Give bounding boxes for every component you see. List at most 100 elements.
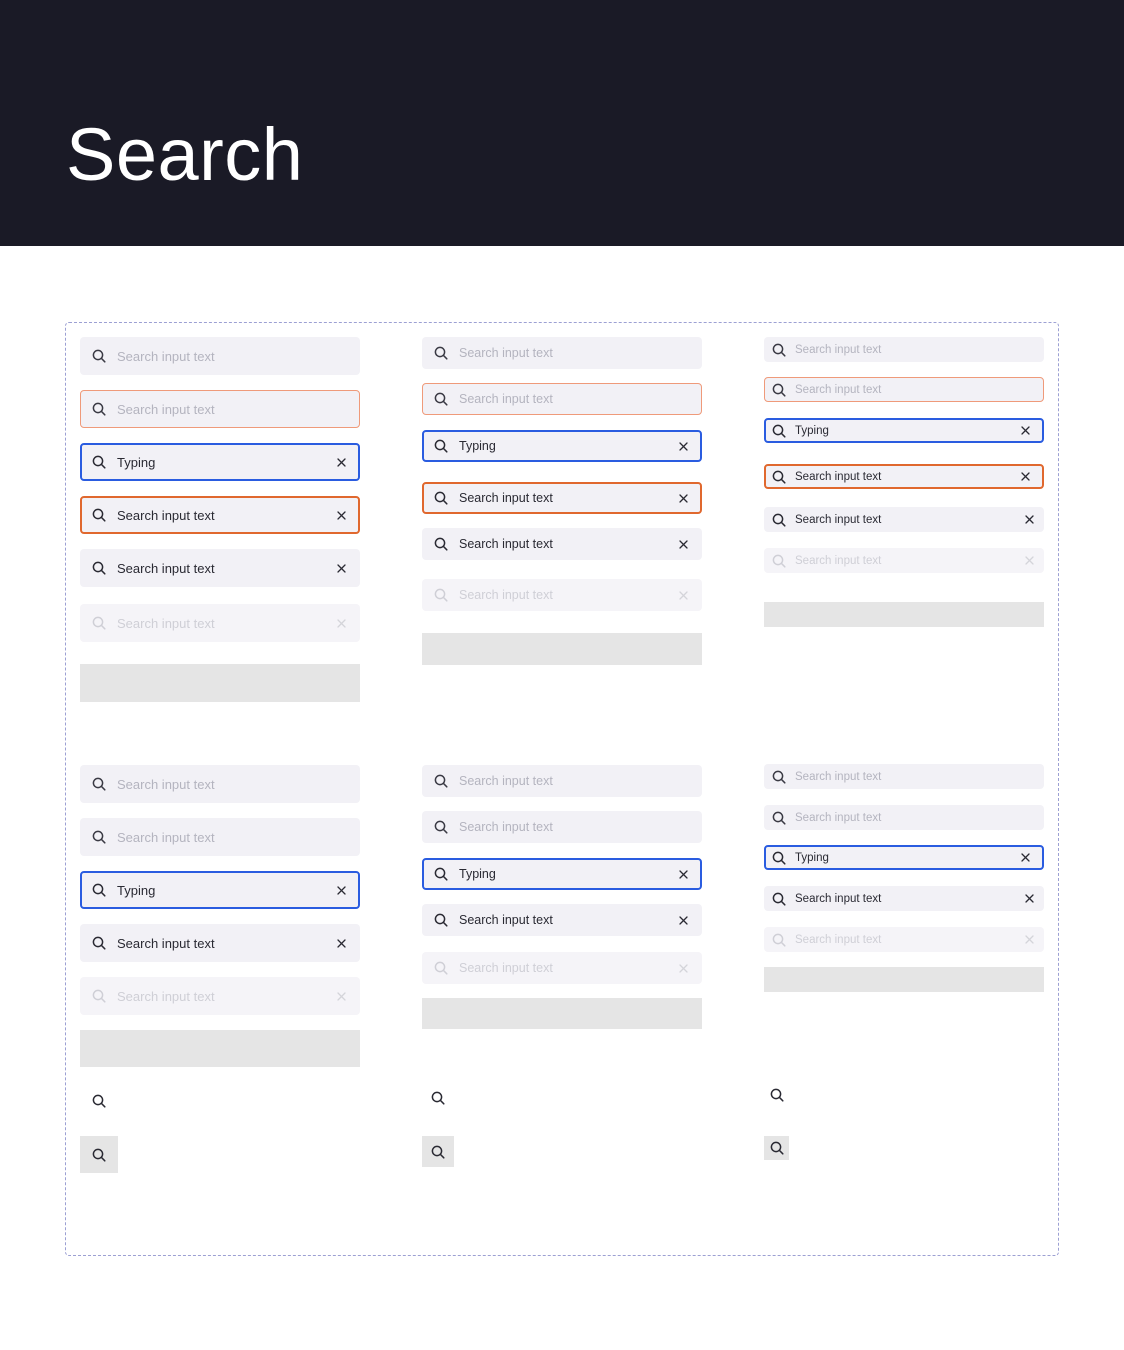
close-icon[interactable] xyxy=(331,880,351,900)
search-input-box[interactable]: Search input text xyxy=(422,482,702,514)
search-input-box[interactable]: Search input text xyxy=(764,927,1044,952)
search-field-focus[interactable]: Typing xyxy=(422,858,702,890)
search-input-text[interactable]: Search input text xyxy=(459,913,673,927)
search-field-default[interactable]: Search input text xyxy=(764,764,1044,789)
search-input-box[interactable]: Search input text xyxy=(764,805,1044,830)
search-input-box[interactable]: Search input text xyxy=(422,337,702,369)
search-input-box[interactable]: Search input text xyxy=(80,496,360,534)
search-input-box[interactable]: Search input text xyxy=(422,904,702,936)
search-input-text[interactable]: Search input text xyxy=(117,561,331,576)
search-input-box[interactable]: Search input text xyxy=(764,548,1044,573)
search-input-box[interactable]: Typing xyxy=(764,418,1044,443)
search-input-text[interactable]: Typing xyxy=(795,425,1015,437)
search-field-filled[interactable]: Search input text xyxy=(764,507,1044,532)
search-input-text[interactable]: Search input text xyxy=(795,893,1019,905)
search-field-error[interactable]: Search input text xyxy=(764,464,1044,489)
search-input-box[interactable]: Search input text xyxy=(422,952,702,984)
search-input-text[interactable]: Search input text xyxy=(459,392,701,406)
search-input-box[interactable]: Search input text xyxy=(764,337,1044,362)
search-input-box[interactable]: Search input text xyxy=(764,507,1044,532)
search-input-box[interactable]: Search input text xyxy=(80,390,360,428)
search-input-box[interactable]: Search input text xyxy=(80,924,360,962)
search-input-text[interactable]: Typing xyxy=(117,455,331,470)
close-icon[interactable] xyxy=(673,534,693,554)
search-input-box[interactable]: Search input text xyxy=(422,528,702,560)
close-icon[interactable] xyxy=(673,436,693,456)
search-input-box[interactable]: Typing xyxy=(80,871,360,909)
search-icon-button-filled[interactable] xyxy=(422,1136,454,1167)
search-field-disabled[interactable]: Search input text xyxy=(80,604,360,642)
search-field-filled[interactable]: Search input text xyxy=(764,886,1044,911)
search-input-text[interactable]: Search input text xyxy=(795,384,1043,396)
search-field-hover[interactable]: Search input text xyxy=(764,377,1044,402)
search-input-text[interactable]: Search input text xyxy=(117,402,359,417)
search-input-text[interactable]: Search input text xyxy=(459,537,673,551)
search-icon-button[interactable] xyxy=(422,1082,454,1114)
close-icon[interactable] xyxy=(1015,421,1035,441)
search-input-box[interactable]: Search input text xyxy=(422,811,702,843)
search-field-filled[interactable]: Search input text xyxy=(80,924,360,962)
search-field-disabled[interactable]: Search input text xyxy=(80,977,360,1015)
search-input-text[interactable]: Search input text xyxy=(459,346,701,360)
search-input-text[interactable]: Search input text xyxy=(459,774,701,788)
search-input-box[interactable]: Search input text xyxy=(422,579,702,611)
search-field-filled[interactable]: Search input text xyxy=(422,528,702,560)
search-field-focus[interactable]: Typing xyxy=(422,430,702,462)
search-input-text[interactable]: Search input text xyxy=(795,471,1015,483)
search-input-text[interactable]: Search input text xyxy=(117,508,331,523)
search-input-text[interactable]: Typing xyxy=(459,439,673,453)
search-field-focus[interactable]: Typing xyxy=(764,418,1044,443)
search-field-disabled[interactable]: Search input text xyxy=(764,548,1044,573)
search-field-hover[interactable]: Search input text xyxy=(422,383,702,415)
search-input-box[interactable]: Typing xyxy=(764,845,1044,870)
search-input-box[interactable]: Search input text xyxy=(80,604,360,642)
search-field-default[interactable]: Search input text xyxy=(764,337,1044,362)
search-input-box[interactable]: Search input text xyxy=(422,765,702,797)
close-icon[interactable] xyxy=(331,452,351,472)
close-icon[interactable] xyxy=(1015,848,1035,868)
search-input-box[interactable]: Search input text xyxy=(764,464,1044,489)
search-input-box[interactable]: Search input text xyxy=(80,549,360,587)
search-input-box[interactable]: Search input text xyxy=(80,765,360,803)
search-input-text[interactable]: Search input text xyxy=(117,349,359,364)
search-input-box[interactable]: Search input text xyxy=(422,383,702,415)
search-icon-button-filled[interactable] xyxy=(764,1136,789,1160)
search-field-focus[interactable]: Typing xyxy=(80,871,360,909)
search-input-text[interactable]: Search input text xyxy=(795,514,1019,526)
search-field-disabled[interactable]: Search input text xyxy=(764,927,1044,952)
close-icon[interactable] xyxy=(331,558,351,578)
search-input-text[interactable]: Search input text xyxy=(459,491,673,505)
close-icon[interactable] xyxy=(331,933,351,953)
search-input-text[interactable]: Search input text xyxy=(117,830,359,845)
search-field-default[interactable]: Search input text xyxy=(80,337,360,375)
search-field-default[interactable]: Search input text xyxy=(422,811,702,843)
close-icon[interactable] xyxy=(1019,889,1039,909)
close-icon[interactable] xyxy=(673,864,693,884)
search-input-box[interactable]: Search input text xyxy=(764,377,1044,402)
search-input-box[interactable]: Search input text xyxy=(764,886,1044,911)
search-field-disabled[interactable]: Search input text xyxy=(422,952,702,984)
close-icon[interactable] xyxy=(1015,467,1035,487)
search-field-default[interactable]: Search input text xyxy=(80,765,360,803)
search-field-error[interactable]: Search input text xyxy=(422,482,702,514)
search-input-box[interactable]: Typing xyxy=(422,430,702,462)
search-field-filled[interactable]: Search input text xyxy=(422,904,702,936)
search-input-text[interactable]: Typing xyxy=(795,852,1015,864)
search-icon-button[interactable] xyxy=(80,1082,118,1120)
search-input-box[interactable]: Typing xyxy=(80,443,360,481)
search-field-filled[interactable]: Search input text xyxy=(80,549,360,587)
search-input-box[interactable]: Search input text xyxy=(80,818,360,856)
search-field-default[interactable]: Search input text xyxy=(422,337,702,369)
close-icon[interactable] xyxy=(1019,510,1039,530)
close-icon[interactable] xyxy=(331,505,351,525)
search-input-box[interactable]: Search input text xyxy=(764,764,1044,789)
search-field-disabled[interactable]: Search input text xyxy=(422,579,702,611)
search-field-default[interactable]: Search input text xyxy=(80,818,360,856)
search-input-text[interactable]: Search input text xyxy=(117,936,331,951)
search-field-default[interactable]: Search input text xyxy=(422,765,702,797)
search-input-text[interactable]: Search input text xyxy=(459,820,701,834)
search-field-error[interactable]: Search input text xyxy=(80,496,360,534)
search-input-text[interactable]: Typing xyxy=(117,883,331,898)
search-input-box[interactable]: Search input text xyxy=(80,337,360,375)
search-input-text[interactable]: Typing xyxy=(459,867,673,881)
